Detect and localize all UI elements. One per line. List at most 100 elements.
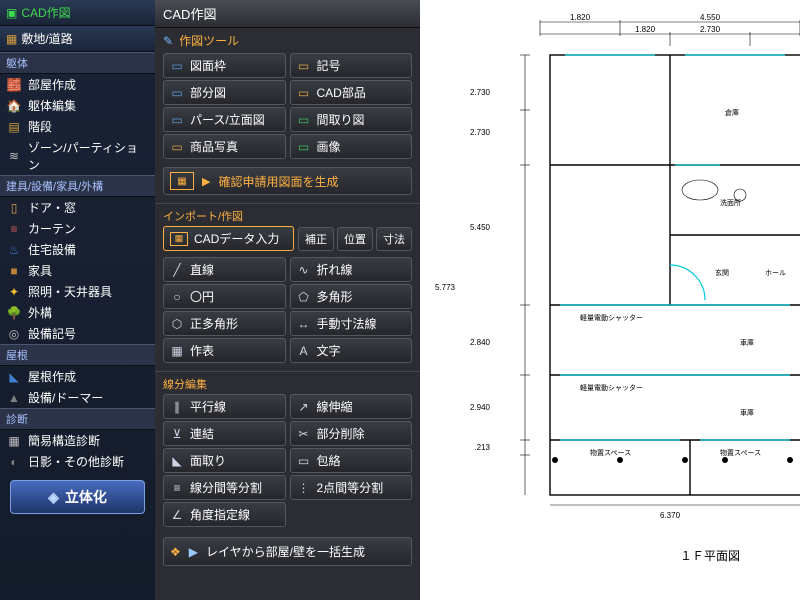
sidebar-item-label: 設備/ドーマー <box>28 389 103 406</box>
sidebar-item-shadow-check[interactable]: ◐ 日影・その他診断 <box>0 451 155 472</box>
arrow-right-icon: ▶ <box>189 545 198 559</box>
sidebar-item-label: 住宅設備 <box>28 241 76 258</box>
sidebar-item-stairs[interactable]: ▤階段 <box>0 116 155 137</box>
tool-cad-parts[interactable]: ▭CAD部品 <box>290 80 413 105</box>
tool-label: 文字 <box>317 342 341 359</box>
tool-label: 折れ線 <box>317 261 353 278</box>
sidebar-item-roof-create[interactable]: ◣屋根作成 <box>0 366 155 387</box>
tool-label: 角度指定線 <box>190 506 250 523</box>
tool-two-pt-split[interactable]: ⋮2点間等分割 <box>290 475 413 500</box>
tool-room-plan[interactable]: ▭間取り図 <box>290 107 413 132</box>
join-icon: ⊻ <box>170 427 184 441</box>
sidebar-item-label: 外構 <box>28 304 52 321</box>
layer-icon: ❖ <box>170 545 181 559</box>
panel-title: CAD作図 <box>155 0 420 28</box>
segment-edit-label: 線分編集 <box>155 371 420 394</box>
svg-text:4.550: 4.550 <box>700 13 721 22</box>
tool-polyline[interactable]: ∿折れ線 <box>290 257 413 282</box>
sidebar-item-curtain[interactable]: ≡カーテン <box>0 218 155 239</box>
tool-envelope[interactable]: ▭包絡 <box>290 448 413 473</box>
generate-permit-button[interactable]: ▦ ▶ 確認申請用図面を生成 <box>163 167 412 195</box>
sidebar-item-label: ゾーン/パーティション <box>28 139 149 173</box>
make-3d-button[interactable]: ◈ 立体化 <box>10 480 145 514</box>
sidebar-item-body-edit[interactable]: 🏠躯体編集 <box>0 95 155 116</box>
circle-icon: ○ <box>170 290 184 304</box>
import-mini-correction[interactable]: 補正 <box>298 227 334 251</box>
image-icon: ▭ <box>297 140 311 154</box>
sidebar-header-cad-label: CAD作図 <box>21 4 70 21</box>
tool-parallel[interactable]: ∥平行線 <box>163 394 286 419</box>
tool-symbol[interactable]: ▭記号 <box>290 53 413 78</box>
sidebar-item-label: 設備記号 <box>28 325 76 342</box>
shadow-check-icon: ◐ <box>6 454 22 470</box>
tool-label: 平行線 <box>190 398 226 415</box>
zone-icon: ≋ <box>6 148 22 164</box>
category-sidebar: ▣ CAD作図 ▦ 敷地/道路 躯体🧱部屋作成🏠躯体編集▤階段 ≋ ゾーン/パーティ… <box>0 0 155 600</box>
cad-data-input-label: CADデータ入力 <box>194 230 279 247</box>
cad-data-input-button[interactable]: ▦ CADデータ入力 <box>163 226 294 251</box>
import-mini-dimension[interactable]: 寸法 <box>376 227 412 251</box>
roof-create-icon: ◣ <box>6 369 22 385</box>
svg-text:2.940: 2.940 <box>470 403 491 412</box>
import-mini-position[interactable]: 位置 <box>337 227 373 251</box>
svg-text:2.730: 2.730 <box>470 128 491 137</box>
sidebar-header-cad[interactable]: ▣ CAD作図 <box>0 0 155 26</box>
tool-chamfer[interactable]: ◣面取り <box>163 448 286 473</box>
sidebar-item-furniture[interactable]: ■家具 <box>0 260 155 281</box>
tool-label: 手動寸法線 <box>317 315 377 332</box>
cube-icon: ◈ <box>48 489 59 506</box>
cad-data-glyph-icon: ▦ <box>170 232 188 246</box>
sidebar-item-struct-check[interactable]: ▦簡易構造診断 <box>0 430 155 451</box>
sidebar-item-label: 部屋作成 <box>28 76 76 93</box>
layer-bulk-button[interactable]: ❖ ▶ レイヤから部屋/壁を一括生成 <box>163 537 412 566</box>
drawing-canvas[interactable]: 1.820 4.550 1.820 2.730 2.730 2.730 5.45… <box>420 0 800 600</box>
angle-line-icon: ∠ <box>170 508 184 522</box>
tool-angle-line[interactable]: ∠ 角度指定線 <box>163 502 286 527</box>
tool-join[interactable]: ⊻ 連結 <box>163 421 286 446</box>
sidebar-item-lighting[interactable]: ✦照明・天井器具 <box>0 281 155 302</box>
svg-text:2.730: 2.730 <box>700 25 721 34</box>
tool-manual-dim[interactable]: ↔手動寸法線 <box>290 311 413 336</box>
sidebar-item-exterior[interactable]: 🌳外構 <box>0 302 155 323</box>
tool-label: 直線 <box>190 261 214 278</box>
curtain-icon: ≡ <box>6 221 22 237</box>
tool-line[interactable]: ╱直線 <box>163 257 286 282</box>
sidebar-item-label: ドア・窓 <box>28 199 76 216</box>
sidebar-section-label: 躯体 <box>0 52 155 74</box>
tool-frame[interactable]: ▭図面枠 <box>163 53 286 78</box>
sidebar-item-label: 日影・その他診断 <box>28 453 124 470</box>
tool-table[interactable]: ▦作表 <box>163 338 286 363</box>
tool-panel: CAD作図 ✎ 作図ツール ▭図面枠▭記号▭部分図▭CAD部品▭パース/立面図▭… <box>155 0 420 600</box>
tool-extend[interactable]: ↗ 線伸縮 <box>290 394 413 419</box>
tool-regular[interactable]: ⬡正多角形 <box>163 311 286 336</box>
extend-icon: ↗ <box>297 400 311 414</box>
sidebar-item-zone[interactable]: ≋ ゾーン/パーティション <box>0 137 155 175</box>
equal-split-icon: ≡ <box>170 481 184 495</box>
tool-photo[interactable]: ▭商品写真 <box>163 134 286 159</box>
tool-partial[interactable]: ▭部分図 <box>163 80 286 105</box>
tool-partial-del[interactable]: ✂部分削除 <box>290 421 413 446</box>
tool-text[interactable]: A文字 <box>290 338 413 363</box>
sidebar-header-site[interactable]: ▦ 敷地/道路 <box>0 26 155 52</box>
tool-equal-split[interactable]: ≡線分間等分割 <box>163 475 286 500</box>
sidebar-item-dormer[interactable]: ▲設備/ドーマー <box>0 387 155 408</box>
tool-circle[interactable]: ○ 〇円 <box>163 284 286 309</box>
sidebar-item-room-create[interactable]: 🧱部屋作成 <box>0 74 155 95</box>
tool-image[interactable]: ▭画像 <box>290 134 413 159</box>
svg-text:1.820: 1.820 <box>570 13 591 22</box>
equip-symbol-icon: ◎ <box>6 326 22 342</box>
sidebar-item-door-window[interactable]: ▯ドア・窓 <box>0 197 155 218</box>
tool-perspective[interactable]: ▭パース/立面図 <box>163 107 286 132</box>
tool-label: 包絡 <box>317 452 341 469</box>
tool-polygon[interactable]: ⬠多角形 <box>290 284 413 309</box>
tool-label: 連結 <box>190 425 214 442</box>
permit-glyph-icon: ▦ <box>170 172 194 190</box>
generate-permit-label: 確認申請用図面を生成 <box>218 173 338 190</box>
sidebar-section-label: 屋根 <box>0 344 155 366</box>
sidebar-item-house-equip[interactable]: ♨住宅設備 <box>0 239 155 260</box>
sidebar-item-equip-symbol[interactable]: ◎ 設備記号 <box>0 323 155 344</box>
tool-label: 線伸縮 <box>317 398 353 415</box>
chamfer-icon: ◣ <box>170 454 184 468</box>
tool-label: 〇円 <box>190 288 214 305</box>
tool-label: 作表 <box>190 342 214 359</box>
